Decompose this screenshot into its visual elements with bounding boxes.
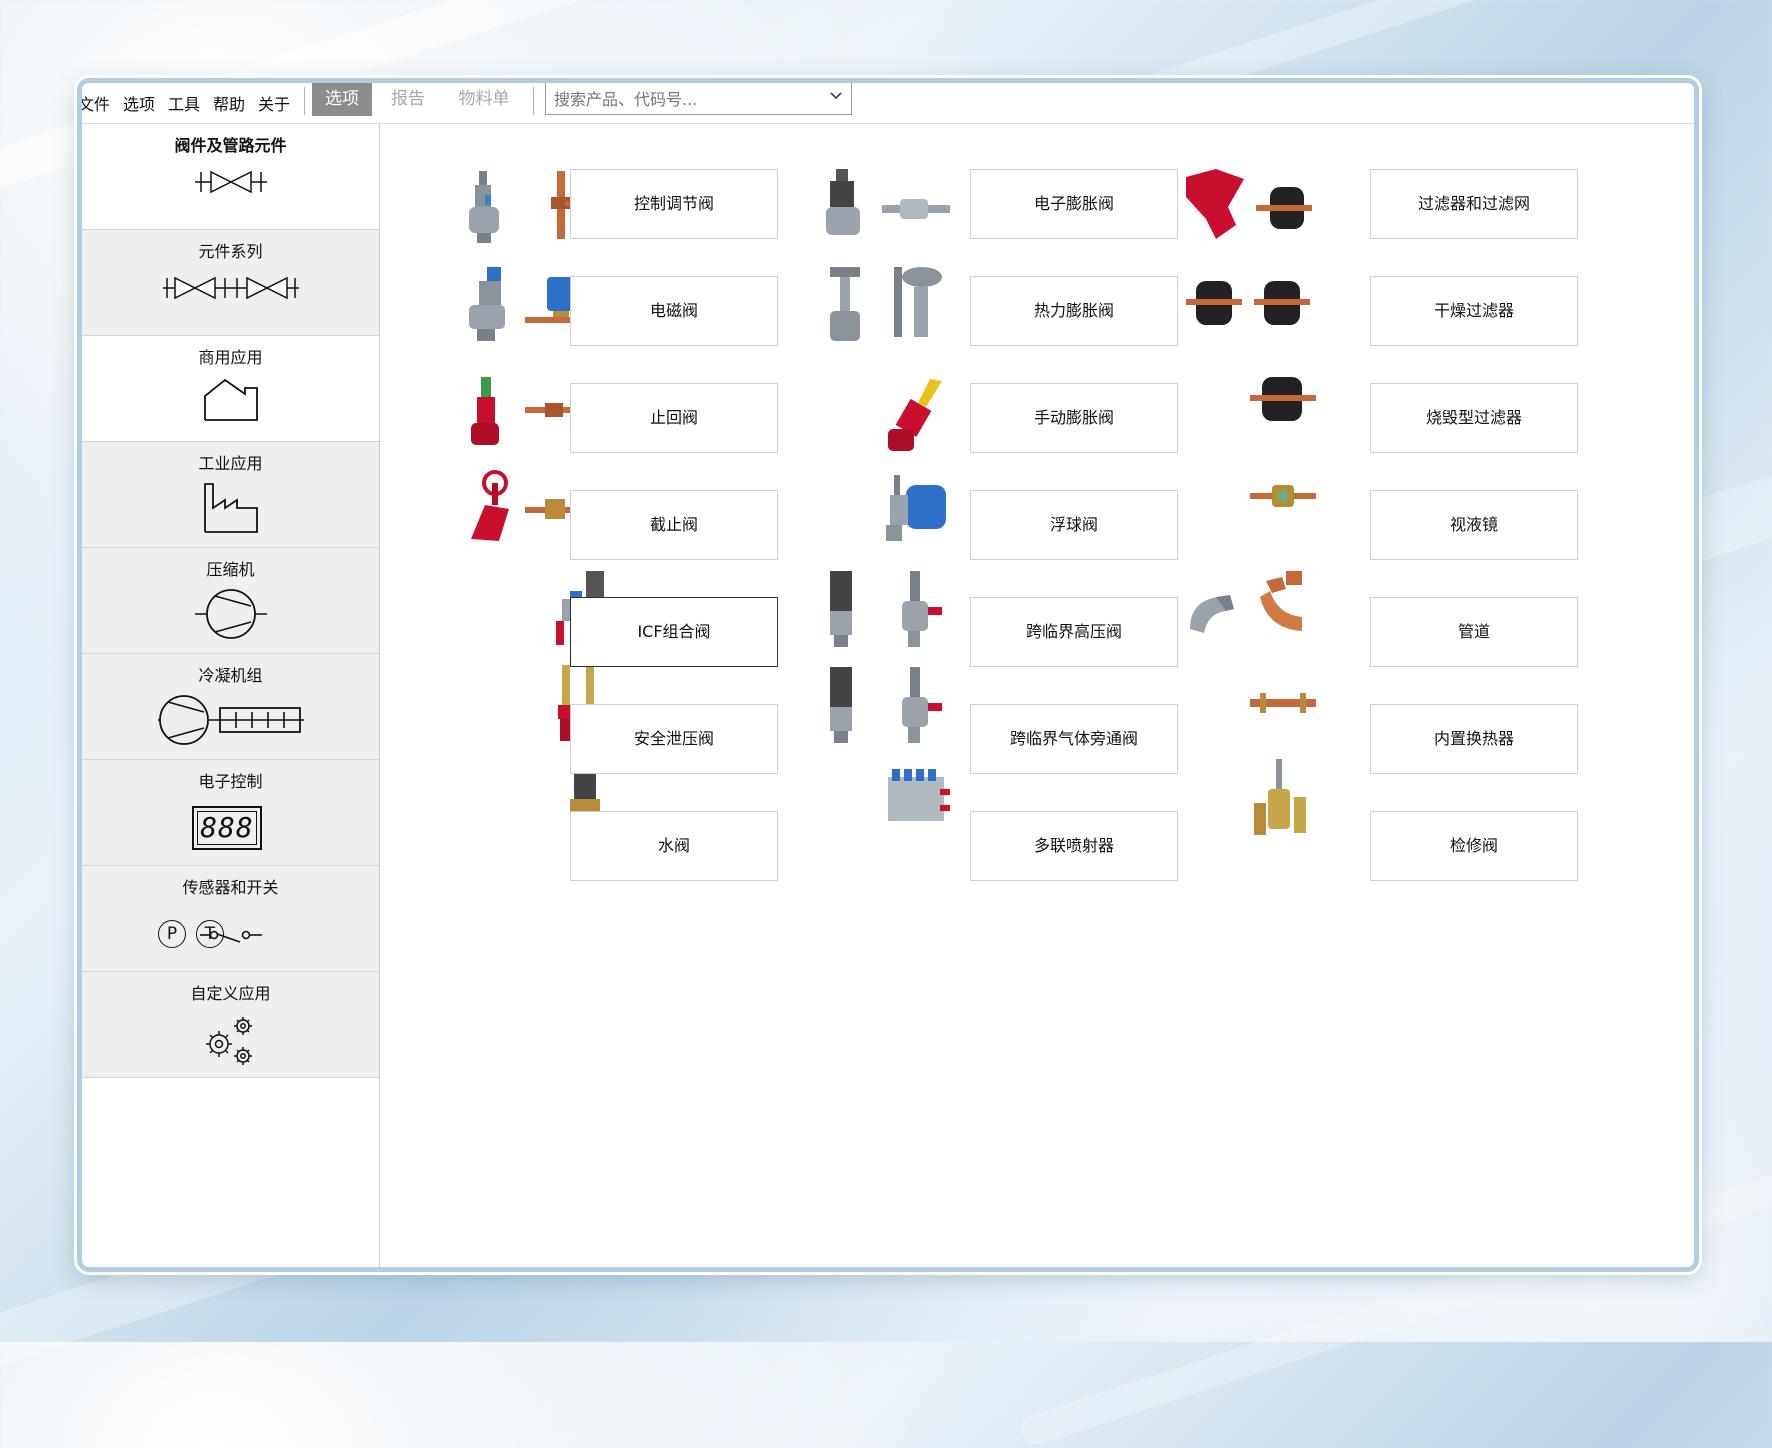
pressure-sensor-icon: P: [158, 920, 186, 948]
product-safety-relief-valve[interactable]: 安全泄压阀: [570, 704, 778, 774]
product-sight-glass[interactable]: 视液镜: [1370, 490, 1578, 560]
tab-options[interactable]: 选项: [312, 83, 372, 116]
menu-help[interactable]: 帮助: [213, 91, 245, 115]
burnout-filter-image[interactable]: [1248, 359, 1318, 439]
display-digits: 888: [197, 811, 257, 845]
filter-strainer-image[interactable]: [1182, 167, 1312, 247]
service-valve-image[interactable]: [1248, 757, 1318, 841]
gears-icon: [205, 1017, 252, 1065]
solenoid-valve-image[interactable]: [465, 265, 585, 345]
product-multi-ejector[interactable]: 多联喷射器: [970, 811, 1178, 881]
sidebar-item-sensors-switches[interactable]: 传感器和开关 P T: [82, 866, 379, 972]
thermostatic-expansion-valve-image[interactable]: [822, 263, 952, 347]
valve-symbol-icon: [194, 170, 267, 194]
menu-separator: [304, 87, 305, 115]
chevron-down-icon[interactable]: [829, 89, 843, 103]
sidebar-item-industrial[interactable]: 工业应用: [82, 442, 379, 548]
switch-symbol-icon: [200, 930, 262, 943]
product-icf-valve[interactable]: ICF组合阀: [570, 597, 778, 667]
sidebar-item-label: 阀件及管路元件: [174, 136, 287, 155]
menu-options[interactable]: 选项: [123, 91, 155, 115]
menu-bar: 文件 选项 工具 帮助 关于 选项 报告 物料单: [82, 83, 1694, 124]
multi-ejector-image[interactable]: [882, 763, 952, 833]
compressor-symbol-icon: [194, 589, 267, 639]
product-float-valve[interactable]: 浮球阀: [970, 490, 1178, 560]
sidebar-item-compressor[interactable]: 压缩机: [82, 548, 379, 654]
sidebar-item-label: 压缩机: [206, 560, 255, 579]
sidebar-item-commercial[interactable]: 商用应用: [82, 336, 379, 442]
product-pipe[interactable]: 管道: [1370, 597, 1578, 667]
internal-heat-exchanger-image[interactable]: [1248, 673, 1318, 733]
tab-bom[interactable]: 物料单: [444, 83, 524, 116]
menu-file[interactable]: 文件: [82, 91, 110, 115]
product-burnout-filter[interactable]: 烧毁型过滤器: [1370, 383, 1578, 453]
stop-valve-image[interactable]: [465, 469, 585, 549]
filter-drier-image[interactable]: [1182, 263, 1312, 343]
double-valve-symbol-icon: [162, 276, 299, 300]
menu-tools[interactable]: 工具: [168, 91, 200, 115]
sidebar-item-label: 传感器和开关: [182, 878, 279, 897]
product-electronic-expansion-valve[interactable]: 电子膨胀阀: [970, 169, 1178, 239]
product-water-valve[interactable]: 水阀: [570, 811, 778, 881]
check-valve-image[interactable]: [465, 375, 585, 451]
sidebar-item-label: 电子控制: [198, 772, 263, 791]
factory-outline-icon: [203, 483, 258, 533]
product-internal-heat-exchanger[interactable]: 内置换热器: [1370, 704, 1578, 774]
house-outline-icon: [203, 378, 258, 421]
product-thermostatic-expansion-valve[interactable]: 热力膨胀阀: [970, 276, 1178, 346]
control-valve-image[interactable]: [465, 167, 585, 247]
sidebar-item-condensing-unit[interactable]: 冷凝机组: [82, 654, 379, 760]
search-input[interactable]: [552, 84, 816, 114]
sidebar-item-label: 工业应用: [198, 454, 263, 473]
sidebar-item-label: 自定义应用: [190, 984, 271, 1003]
hand-expansion-valve-image[interactable]: [882, 377, 952, 457]
digital-display-888-icon: 888: [192, 806, 262, 850]
sidebar-item-electronic-control[interactable]: 电子控制 888: [82, 760, 379, 866]
sight-glass-image[interactable]: [1248, 465, 1318, 525]
search-box[interactable]: [545, 83, 852, 115]
sidebar-item-label: 冷凝机组: [198, 666, 263, 685]
sidebar-item-series[interactable]: 元件系列: [82, 230, 379, 336]
sidebar-item-valves[interactable]: 阀件及管路元件: [82, 124, 379, 230]
menu-separator: [533, 87, 534, 115]
app-window: 文件 选项 工具 帮助 关于 选项 报告 物料单 阀件及管路元件: [77, 78, 1699, 1272]
product-control-valve[interactable]: 控制调节阀: [570, 169, 778, 239]
transcritical-high-pressure-valve-image[interactable]: [822, 567, 952, 651]
transcritical-gas-bypass-valve-image[interactable]: [822, 663, 952, 747]
pipe-fittings-image[interactable]: [1182, 567, 1312, 647]
product-solenoid-valve[interactable]: 电磁阀: [570, 276, 778, 346]
pressure-temperature-switch-icon: P T: [158, 918, 308, 954]
category-sidebar: 阀件及管路元件 元件系列 商用应用 工业应用 压缩机 冷凝机组 电子控制 888…: [82, 124, 380, 1267]
electronic-expansion-valve-image[interactable]: [822, 167, 952, 247]
product-transcritical-high-pressure-valve[interactable]: 跨临界高压阀: [970, 597, 1178, 667]
product-hand-expansion-valve[interactable]: 手动膨胀阀: [970, 383, 1178, 453]
sidebar-item-custom[interactable]: 自定义应用: [82, 972, 379, 1078]
product-filter-drier[interactable]: 干燥过滤器: [1370, 276, 1578, 346]
menu-about[interactable]: 关于: [258, 91, 290, 115]
float-valve-image[interactable]: [882, 471, 952, 547]
condensing-unit-symbol-icon: [157, 695, 304, 745]
tab-report[interactable]: 报告: [378, 83, 438, 116]
sidebar-item-label: 商用应用: [198, 348, 263, 367]
product-stop-valve[interactable]: 截止阀: [570, 490, 778, 560]
product-filter-strainer[interactable]: 过滤器和过滤网: [1370, 169, 1578, 239]
sidebar-item-label: 元件系列: [198, 242, 263, 261]
product-check-valve[interactable]: 止回阀: [570, 383, 778, 453]
product-transcritical-gas-bypass-valve[interactable]: 跨临界气体旁通阀: [970, 704, 1178, 774]
product-service-valve[interactable]: 检修阀: [1370, 811, 1578, 881]
